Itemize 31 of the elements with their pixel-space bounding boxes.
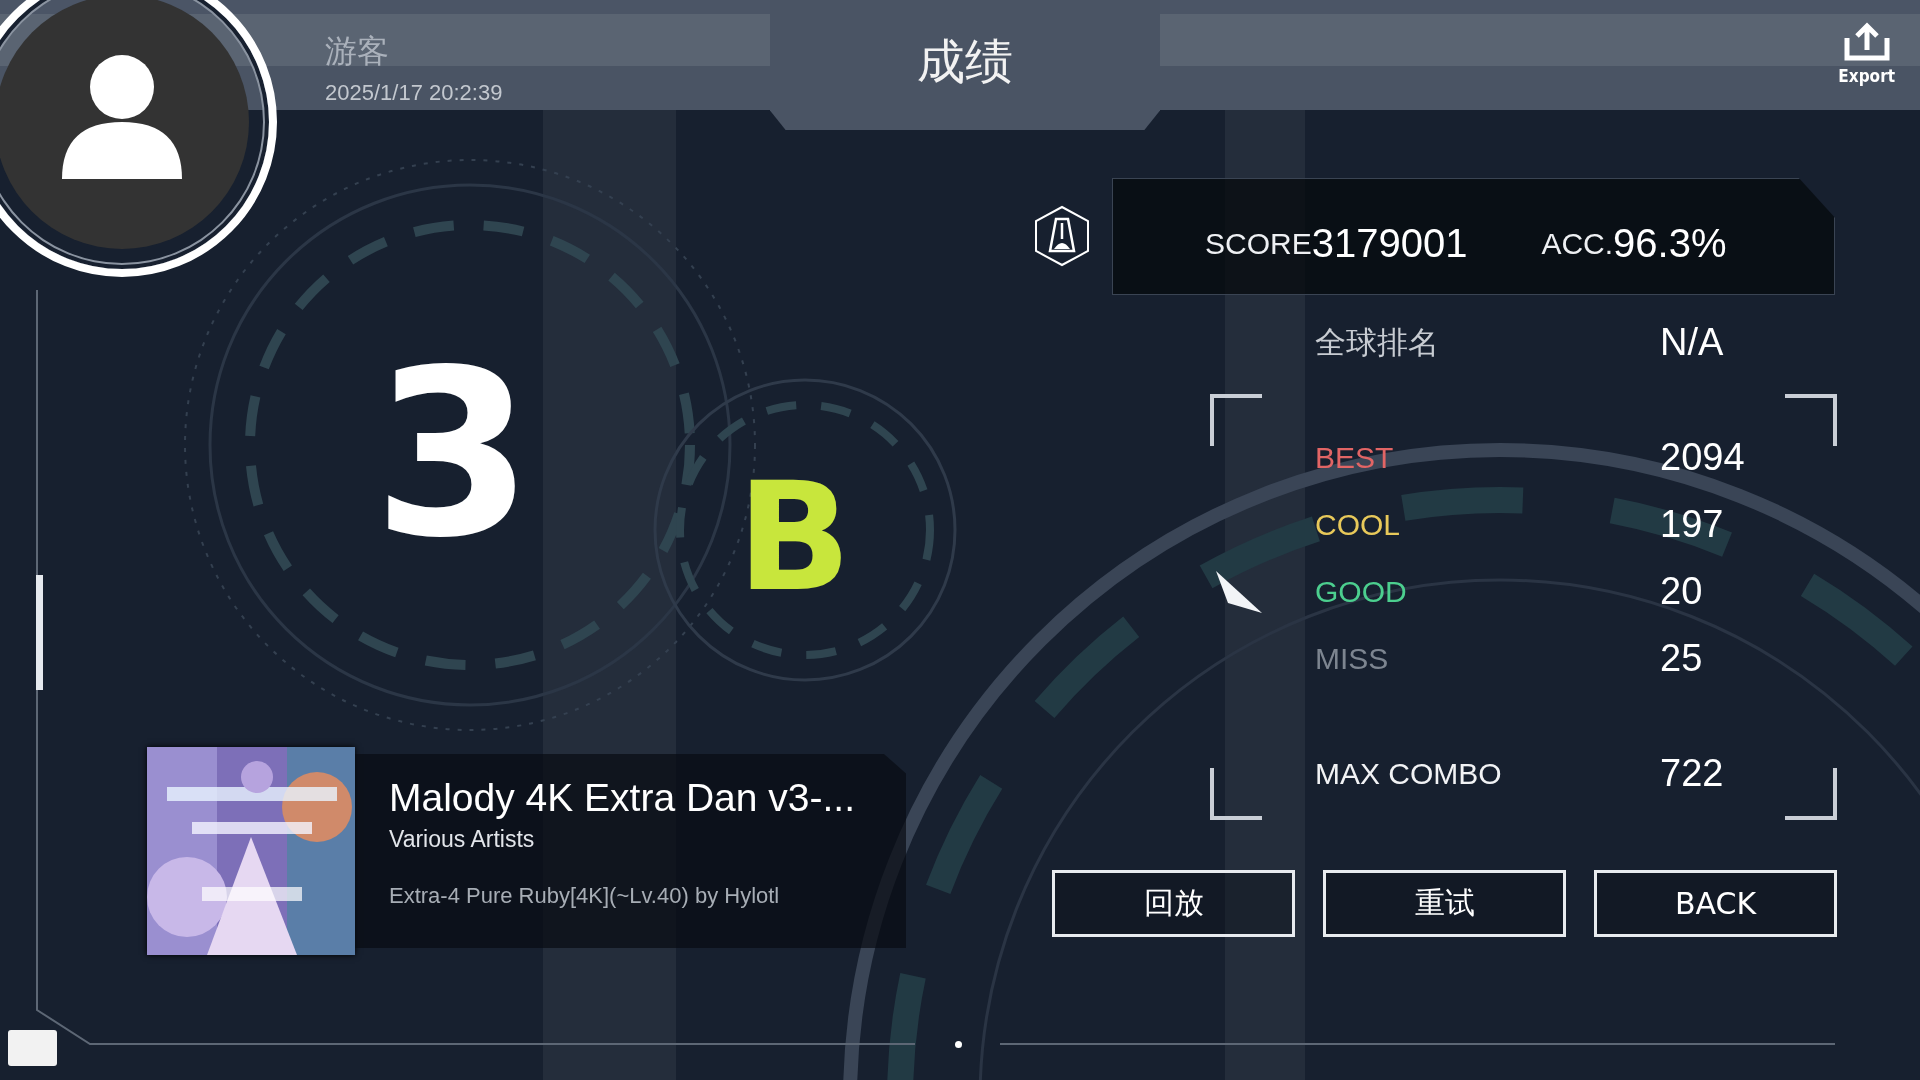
- rank-value: N/A: [1660, 321, 1724, 364]
- judgement-count: 20: [1660, 570, 1703, 613]
- action-button[interactable]: 重试: [1323, 870, 1566, 937]
- page-dot: [955, 1041, 962, 1048]
- judgement-count: 25: [1660, 637, 1703, 680]
- action-button[interactable]: 回放: [1052, 870, 1295, 937]
- song-title: Malody 4K Extra Dan v3-...: [389, 776, 857, 820]
- judgement-label: COOL: [1315, 507, 1402, 542]
- score-value: 3179001: [1311, 221, 1468, 266]
- player-name: 游客: [325, 31, 390, 72]
- max-combo-label: MAX COMBO: [1315, 756, 1503, 791]
- date-time: 2025/1/17 20:2:39: [325, 80, 504, 106]
- metronome-icon[interactable]: [1034, 205, 1090, 267]
- chart-name: Extra-4 Pure Ruby[4K](~Lv.40) by Hylotl: [389, 883, 781, 909]
- score-label: SCORE: [1205, 226, 1312, 261]
- judgement-count: 197: [1660, 503, 1724, 546]
- screen-title: 成绩: [917, 32, 1013, 90]
- rank-label: 全球排名: [1315, 322, 1440, 362]
- song-artist: Various Artists: [389, 826, 536, 853]
- judgement-label: GOOD: [1315, 574, 1408, 609]
- rank-numeral: 3: [373, 340, 534, 570]
- judgement-label: MISS: [1315, 641, 1390, 676]
- grade-letter: B: [737, 462, 852, 612]
- action-button[interactable]: BACK: [1594, 870, 1837, 937]
- export-button[interactable]: Export: [1838, 22, 1895, 86]
- accuracy-value: 96.3%: [1613, 221, 1727, 266]
- accuracy-label: ACC.: [1541, 226, 1614, 261]
- upload-icon: [1842, 22, 1891, 62]
- judgement-label: BEST: [1315, 440, 1395, 475]
- judgement-count: 2094: [1660, 436, 1745, 479]
- max-combo-value: 722: [1660, 752, 1724, 795]
